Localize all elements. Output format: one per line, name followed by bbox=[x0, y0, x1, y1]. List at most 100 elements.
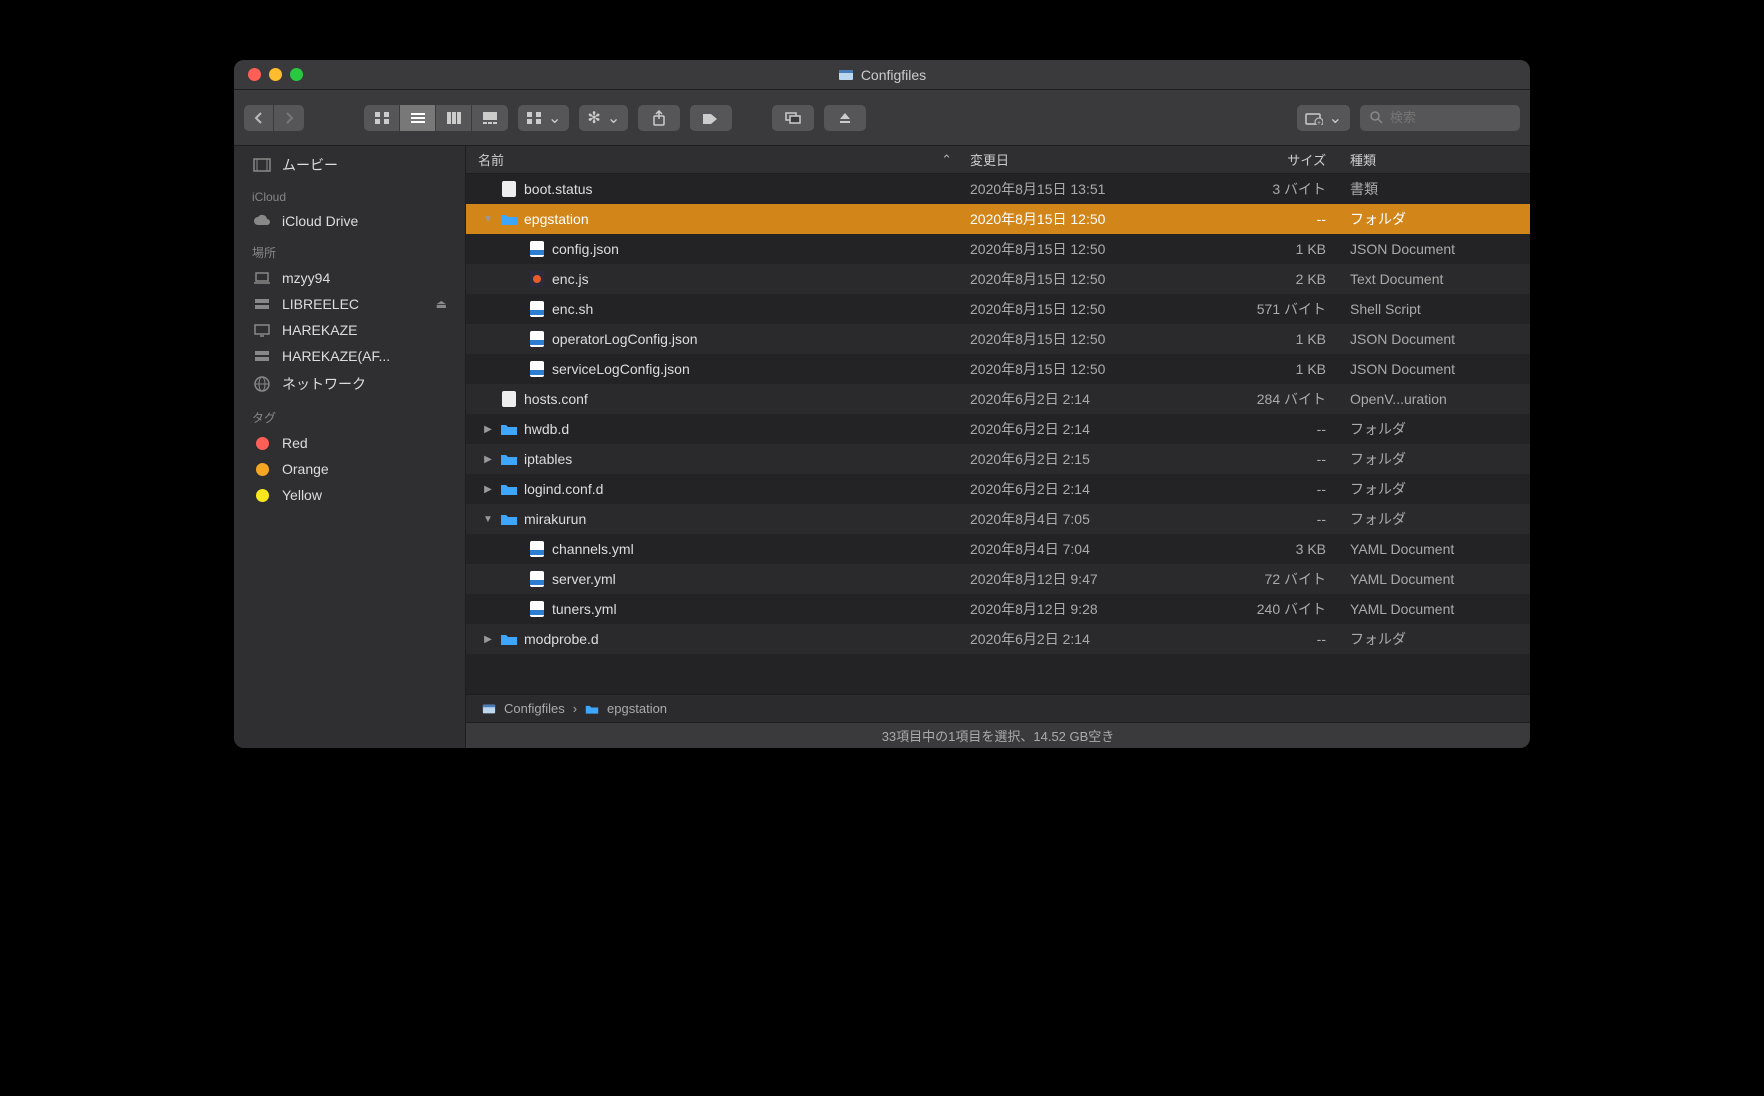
maximize-button[interactable] bbox=[290, 68, 303, 81]
folder-icon bbox=[500, 420, 518, 438]
new-folder-menu[interactable]: + ⌄ bbox=[1297, 105, 1350, 131]
file-row[interactable]: ▶iptables2020年6月2日 2:15--フォルダ bbox=[466, 444, 1530, 474]
chevron-down-icon: ⌄ bbox=[607, 108, 620, 128]
file-name: enc.sh bbox=[552, 301, 593, 317]
path-segment[interactable]: epgstation bbox=[607, 701, 667, 716]
cell-size: -- bbox=[1210, 211, 1350, 227]
file-row[interactable]: ▶hwdb.d2020年6月2日 2:14--フォルダ bbox=[466, 414, 1530, 444]
cell-kind: フォルダ bbox=[1350, 449, 1530, 469]
disclosure-icon[interactable]: ▼ bbox=[482, 214, 494, 225]
tags-button[interactable] bbox=[690, 105, 732, 131]
cell-date: 2020年8月15日 12:50 bbox=[970, 359, 1210, 379]
path-segment[interactable]: Configfiles bbox=[504, 701, 565, 716]
file-row[interactable]: ▼epgstation2020年8月15日 12:50--フォルダ bbox=[466, 204, 1530, 234]
laptop-icon bbox=[252, 271, 272, 285]
file-row[interactable]: tuners.yml2020年8月12日 9:28240 バイトYAML Doc… bbox=[466, 594, 1530, 624]
connect-button[interactable] bbox=[772, 105, 814, 131]
yaml-icon bbox=[528, 540, 546, 558]
header-modified[interactable]: 変更日 bbox=[970, 150, 1210, 169]
cell-name: server.yml bbox=[476, 570, 970, 588]
sidebar-item-label: Yellow bbox=[282, 487, 322, 503]
js-icon bbox=[528, 270, 546, 288]
column-view-button[interactable] bbox=[436, 105, 472, 131]
cell-name: ▶iptables bbox=[476, 450, 970, 468]
sidebar-item[interactable]: ネットワーク bbox=[234, 369, 465, 399]
tag-icon bbox=[252, 463, 272, 476]
action-menu[interactable]: ✻ ⌄ bbox=[579, 105, 628, 131]
cell-kind: Shell Script bbox=[1350, 301, 1530, 317]
titlebar[interactable]: Configfiles bbox=[234, 60, 1530, 90]
file-name: hosts.conf bbox=[524, 391, 588, 407]
file-name: hwdb.d bbox=[524, 421, 569, 437]
disclosure-icon[interactable]: ▶ bbox=[482, 424, 494, 435]
gallery-view-button[interactable] bbox=[472, 105, 508, 131]
search-input[interactable] bbox=[1390, 110, 1500, 125]
sidebar-item-movies[interactable]: ムービー bbox=[234, 150, 465, 180]
cell-name: operatorLogConfig.json bbox=[476, 330, 970, 348]
cell-kind: フォルダ bbox=[1350, 509, 1530, 529]
file-row[interactable]: serviceLogConfig.json2020年8月15日 12:501 K… bbox=[466, 354, 1530, 384]
sidebar-item[interactable]: mzyy94 bbox=[234, 265, 465, 291]
file-row[interactable]: server.yml2020年8月12日 9:4772 バイトYAML Docu… bbox=[466, 564, 1530, 594]
shell-icon bbox=[528, 300, 546, 318]
header-name[interactable]: 名前 ⌃ bbox=[476, 150, 970, 169]
sidebar-item[interactable]: Red bbox=[234, 430, 465, 456]
cell-size: -- bbox=[1210, 511, 1350, 527]
sidebar-item-label: ネットワーク bbox=[282, 374, 366, 394]
forward-button[interactable] bbox=[274, 105, 304, 131]
sidebar-item[interactable]: HAREKAZE bbox=[234, 317, 465, 343]
eject-button[interactable] bbox=[824, 105, 866, 131]
disclosure-icon[interactable]: ▼ bbox=[482, 514, 494, 525]
search-field[interactable] bbox=[1360, 105, 1520, 131]
sidebar-item[interactable]: iCloud Drive bbox=[234, 208, 465, 234]
sidebar-item[interactable]: LIBREELEC⏏ bbox=[234, 291, 465, 317]
file-name: channels.yml bbox=[552, 541, 634, 557]
file-row[interactable]: config.json2020年8月15日 12:501 KBJSON Docu… bbox=[466, 234, 1530, 264]
document-icon bbox=[500, 390, 518, 408]
sidebar-item-label: Orange bbox=[282, 461, 329, 477]
header-kind[interactable]: 種類 bbox=[1350, 150, 1530, 169]
eject-icon[interactable]: ⏏ bbox=[436, 297, 447, 311]
folder-icon bbox=[500, 450, 518, 468]
file-row[interactable]: enc.sh2020年8月15日 12:50571 バイトShell Scrip… bbox=[466, 294, 1530, 324]
back-button[interactable] bbox=[244, 105, 274, 131]
nav-buttons bbox=[244, 105, 304, 131]
file-row[interactable]: enc.js2020年8月15日 12:502 KBText Document bbox=[466, 264, 1530, 294]
disclosure-icon[interactable]: ▶ bbox=[482, 634, 494, 645]
disclosure-icon[interactable]: ▶ bbox=[482, 484, 494, 495]
yaml-icon bbox=[528, 600, 546, 618]
sidebar-item[interactable]: Yellow bbox=[234, 482, 465, 508]
minimize-button[interactable] bbox=[269, 68, 282, 81]
file-row[interactable]: boot.status2020年8月15日 13:513 バイト書類 bbox=[466, 174, 1530, 204]
sidebar-item[interactable]: HAREKAZE(AF... bbox=[234, 343, 465, 369]
share-button[interactable] bbox=[638, 105, 680, 131]
cell-date: 2020年8月4日 7:04 bbox=[970, 539, 1210, 559]
cell-date: 2020年8月15日 12:50 bbox=[970, 209, 1210, 229]
file-rows: boot.status2020年8月15日 13:513 バイト書類▼epgst… bbox=[466, 174, 1530, 694]
sidebar-item-label: HAREKAZE(AF... bbox=[282, 348, 390, 364]
file-row[interactable]: channels.yml2020年8月4日 7:043 KBYAML Docum… bbox=[466, 534, 1530, 564]
cell-size: 1 KB bbox=[1210, 331, 1350, 347]
close-button[interactable] bbox=[248, 68, 261, 81]
file-row[interactable]: hosts.conf2020年6月2日 2:14284 バイトOpenV...u… bbox=[466, 384, 1530, 414]
search-icon bbox=[1370, 111, 1383, 124]
file-row[interactable]: ▼mirakurun2020年8月4日 7:05--フォルダ bbox=[466, 504, 1530, 534]
folder-icon bbox=[500, 510, 518, 528]
sidebar-item[interactable]: Orange bbox=[234, 456, 465, 482]
file-row[interactable]: operatorLogConfig.json2020年8月15日 12:501 … bbox=[466, 324, 1530, 354]
icon-view-button[interactable] bbox=[364, 105, 400, 131]
file-row[interactable]: ▶modprobe.d2020年6月2日 2:14--フォルダ bbox=[466, 624, 1530, 654]
cell-name: enc.js bbox=[476, 270, 970, 288]
file-row[interactable]: ▶logind.conf.d2020年6月2日 2:14--フォルダ bbox=[466, 474, 1530, 504]
group-menu[interactable]: ⌄ bbox=[518, 105, 569, 131]
header-size[interactable]: サイズ bbox=[1210, 150, 1350, 169]
sidebar-section-header: iCloud bbox=[234, 180, 465, 208]
disclosure-icon[interactable]: ▶ bbox=[482, 454, 494, 465]
cell-date: 2020年8月12日 9:47 bbox=[970, 569, 1210, 589]
cell-kind: フォルダ bbox=[1350, 629, 1530, 649]
cell-date: 2020年6月2日 2:14 bbox=[970, 419, 1210, 439]
movies-icon bbox=[252, 158, 272, 172]
gear-icon: ✻ bbox=[587, 108, 600, 128]
list-view-button[interactable] bbox=[400, 105, 436, 131]
chevron-down-icon: ⌄ bbox=[1329, 108, 1342, 128]
